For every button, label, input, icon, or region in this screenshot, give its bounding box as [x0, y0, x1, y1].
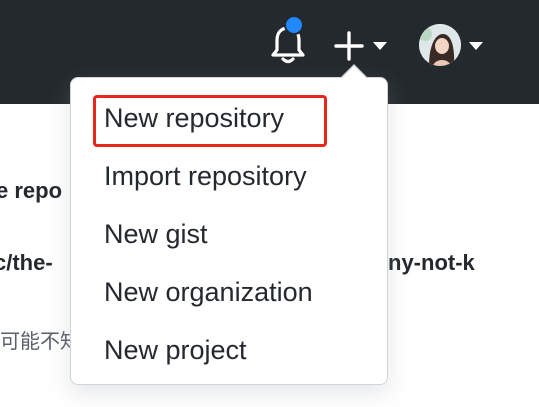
menu-item-import-repository[interactable]: Import repository: [104, 160, 307, 192]
repo-url-fragment-right: ny-not-k: [388, 250, 475, 275]
highlight-annotation-box: [93, 95, 327, 147]
avatar: [419, 24, 461, 66]
triangle-down-icon: [469, 42, 483, 50]
create-new-button[interactable]: [333, 28, 393, 64]
menu-item-new-organization[interactable]: New organization: [104, 276, 313, 308]
dropdown-pointer: [341, 66, 367, 79]
user-menu-button[interactable]: [419, 24, 489, 68]
notification-indicator: [284, 15, 304, 35]
page: e repo c/the- ny-not-k 可能不知 New reposito…: [0, 0, 539, 407]
repo-url-fragment-left: c/the-: [0, 250, 53, 275]
menu-item-new-gist[interactable]: New gist: [104, 218, 208, 250]
plus-icon: [334, 31, 364, 61]
menu-item-new-project[interactable]: New project: [104, 334, 247, 366]
repo-description-fragment: 可能不知: [0, 329, 80, 353]
triangle-down-icon: [373, 42, 387, 50]
repo-heading-fragment: e repo: [0, 178, 63, 203]
